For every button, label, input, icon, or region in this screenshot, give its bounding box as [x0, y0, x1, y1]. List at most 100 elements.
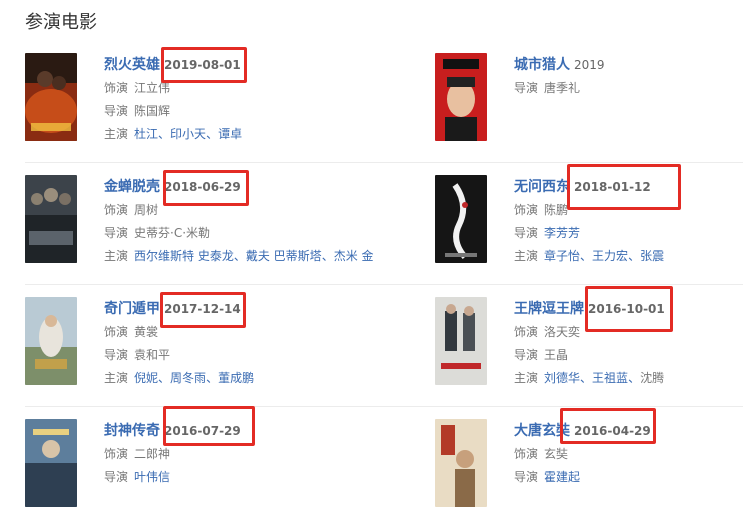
film-title-link[interactable]: 大唐玄奘 — [514, 423, 570, 439]
poster-image — [435, 53, 487, 141]
director-label: 导演 — [514, 348, 539, 362]
release-date: 2017-12-14 — [164, 302, 241, 316]
film-title-link[interactable]: 王牌逗王牌 — [514, 301, 584, 317]
release-date: 2016-10-01 — [588, 302, 665, 316]
film-info: 烈火英雄 2019-08-01 饰演 江立伟 导演 陈国辉 主演 杜江、印小天、谭卓 — [104, 57, 243, 141]
film-title-link[interactable]: 城市猎人 — [514, 57, 570, 73]
film-card: 封神传奇 2016-07-29 饰演 二郎神 导演 叶伟信 — [25, 419, 365, 519]
film-card: 无问西东 2018-01-12 饰演 陈鹏 导演 李芳芳 主演 章子怡、王力宏、张震 — [435, 175, 743, 275]
role-label: 饰演 — [104, 81, 129, 95]
film-card: 奇门遁甲 2017-12-14 饰演 黄裳 导演 袁和平 主演 倪妮、周冬雨、董成鹏 — [25, 297, 365, 397]
film-info: 无问西东 2018-01-12 饰演 陈鹏 导演 李芳芳 主演 章子怡、王力宏、张震 — [514, 179, 665, 263]
film-title-link[interactable]: 无问西东 — [514, 179, 570, 195]
role-label: 饰演 — [514, 203, 539, 217]
poster-image — [435, 175, 487, 263]
film-card: 城市猎人 2019 导演 唐季礼 — [435, 53, 743, 153]
cast-link[interactable]: 王祖蓝 — [592, 371, 628, 385]
role-label: 饰演 — [104, 203, 129, 217]
release-date: 2016-07-29 — [164, 424, 241, 438]
director-label: 导演 — [104, 470, 129, 484]
film-info: 城市猎人 2019 导演 唐季礼 — [514, 53, 743, 100]
poster-image — [25, 53, 77, 141]
cast-label: 主演 — [104, 249, 129, 263]
role-label: 饰演 — [104, 325, 129, 339]
cast-link[interactable]: 谭卓 — [218, 127, 242, 141]
cast-name: 沈腾 — [640, 371, 665, 385]
release-date: 2018-01-12 — [574, 180, 651, 194]
cast-link[interactable]: 印小天 — [170, 127, 206, 141]
poster-image — [435, 297, 487, 385]
cast-link[interactable]: 倪妮 — [134, 371, 158, 385]
role-name: 周树 — [134, 203, 159, 217]
film-title-link[interactable]: 金蝉脱壳 — [104, 179, 160, 195]
director-link[interactable]: 叶伟信 — [134, 470, 170, 484]
film-poster[interactable] — [25, 53, 77, 141]
film-card: 金蝉脱壳 2018-06-29 饰演 周树 导演 史蒂芬·C·米勒 主演 西尔维斯特 史… — [25, 175, 374, 275]
cast-link[interactable]: 周冬雨 — [170, 371, 206, 385]
film-row: 奇门遁甲 2017-12-14 饰演 黄裳 导演 袁和平 主演 倪妮、周冬雨、董成鹏 — [25, 285, 743, 407]
film-info: 封神传奇 2016-07-29 饰演 二郎神 导演 叶伟信 — [104, 419, 374, 489]
role-name: 陈鹏 — [544, 203, 569, 217]
film-card: 大唐玄奘 2016-04-29 饰演 玄奘 导演 霍建起 — [435, 419, 743, 519]
director-label: 导演 — [104, 348, 129, 362]
film-poster[interactable] — [25, 297, 77, 385]
poster-image — [25, 175, 77, 263]
cast-link[interactable]: 章子怡 — [544, 249, 580, 263]
section-title: 参演电影 — [25, 12, 97, 33]
director-label: 导演 — [104, 104, 129, 118]
cast-label: 主演 — [514, 249, 539, 263]
poster-image — [25, 297, 77, 385]
film-row: 金蝉脱壳 2018-06-29 饰演 周树 导演 史蒂芬·C·米勒 主演 西尔维斯特 史… — [25, 163, 743, 285]
director-name: 袁和平 — [134, 348, 171, 362]
director-name: 陈国辉 — [134, 104, 171, 118]
director-label: 导演 — [514, 81, 539, 95]
release-date: 2016-04-29 — [574, 424, 651, 438]
cast-link[interactable]: 张震 — [640, 249, 664, 263]
role-name: 江立伟 — [134, 81, 171, 95]
cast-link[interactable]: 董成鹏 — [218, 371, 254, 385]
film-title-link[interactable]: 烈火英雄 — [104, 57, 160, 73]
role-name: 黄裳 — [134, 325, 159, 339]
director-link[interactable]: 霍建起 — [544, 470, 580, 484]
role-name: 二郎神 — [134, 447, 171, 461]
role-label: 饰演 — [514, 325, 539, 339]
role-label: 饰演 — [104, 447, 129, 461]
film-poster[interactable] — [435, 297, 487, 385]
cast-link[interactable]: 戴夫 巴蒂斯塔 — [246, 249, 322, 263]
director-label: 导演 — [514, 226, 539, 240]
film-poster[interactable] — [25, 175, 77, 263]
cast-label: 主演 — [104, 371, 129, 385]
role-name: 洛天奕 — [544, 325, 581, 339]
film-info: 奇门遁甲 2017-12-14 饰演 黄裳 导演 袁和平 主演 倪妮、周冬雨、董成鹏 — [104, 301, 255, 385]
film-title-link[interactable]: 奇门遁甲 — [104, 301, 160, 317]
film-info: 大唐玄奘 2016-04-29 饰演 玄奘 导演 霍建起 — [514, 419, 743, 489]
director-label: 导演 — [514, 470, 539, 484]
film-card: 烈火英雄 2019-08-01 饰演 江立伟 导演 陈国辉 主演 杜江、印小天、谭卓 — [25, 53, 365, 153]
director-name: 唐季礼 — [544, 81, 581, 95]
director-link[interactable]: 李芳芳 — [544, 226, 580, 240]
film-info: 王牌逗王牌 2016-10-01 饰演 洛天奕 导演 王晶 主演 刘德华、王祖蓝、沈腾 — [514, 301, 665, 385]
release-year: 2019 — [574, 58, 605, 72]
release-date: 2019-08-01 — [164, 58, 241, 72]
role-label: 饰演 — [514, 447, 539, 461]
role-name: 玄奘 — [544, 447, 569, 461]
film-row: 封神传奇 2016-07-29 饰演 二郎神 导演 叶伟信 大唐玄奘 2016-04-2… — [25, 407, 743, 528]
film-card: 王牌逗王牌 2016-10-01 饰演 洛天奕 导演 王晶 主演 刘德华、王祖蓝、沈腾 — [435, 297, 743, 397]
director-label: 导演 — [104, 226, 129, 240]
film-poster[interactable] — [435, 53, 487, 141]
cast-link[interactable]: 杰米 金 — [334, 249, 374, 263]
cast-link[interactable]: 刘德华 — [544, 371, 580, 385]
film-poster[interactable] — [435, 175, 487, 263]
director-name: 史蒂芬·C·米勒 — [134, 226, 211, 240]
film-info: 金蝉脱壳 2018-06-29 饰演 周树 导演 史蒂芬·C·米勒 主演 西尔维斯特 史… — [104, 179, 374, 263]
cast-label: 主演 — [514, 371, 539, 385]
film-row: 烈火英雄 2019-08-01 饰演 江立伟 导演 陈国辉 主演 杜江、印小天、谭卓 — [25, 41, 743, 163]
film-grid: 烈火英雄 2019-08-01 饰演 江立伟 导演 陈国辉 主演 杜江、印小天、谭卓 — [25, 41, 743, 528]
director-name: 王晶 — [544, 348, 569, 362]
film-title-link[interactable]: 封神传奇 — [104, 423, 160, 439]
cast-link[interactable]: 杜江 — [134, 127, 158, 141]
release-date: 2018-06-29 — [164, 180, 241, 194]
cast-label: 主演 — [104, 127, 129, 141]
cast-link[interactable]: 西尔维斯特 史泰龙 — [134, 249, 234, 263]
cast-link[interactable]: 王力宏 — [592, 249, 628, 263]
